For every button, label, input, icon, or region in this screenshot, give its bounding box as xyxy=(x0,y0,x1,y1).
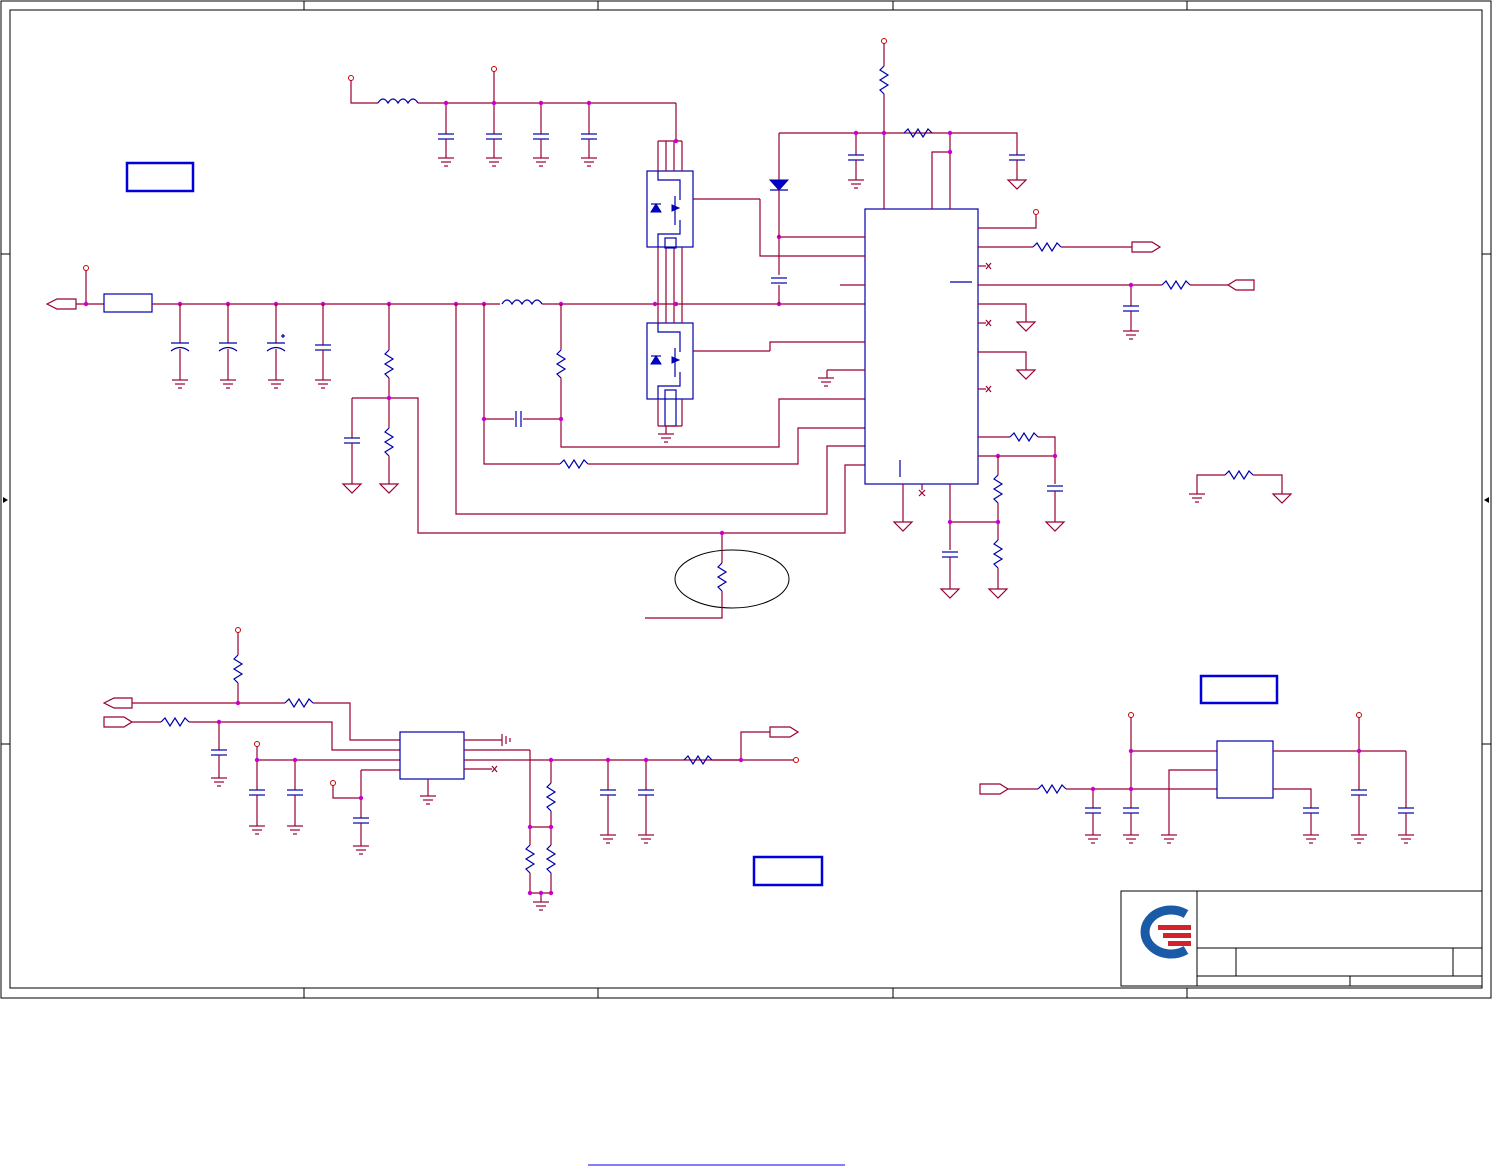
low-side-mosfet xyxy=(646,303,770,443)
current-sense-network xyxy=(455,304,865,515)
sheet-border xyxy=(0,0,1492,999)
high-side-mosfet xyxy=(646,138,760,303)
label-box-bottom-center xyxy=(752,855,824,887)
bottom-right-regulator xyxy=(979,712,1414,844)
capacitor-bank-top xyxy=(438,100,597,167)
schematic-sheet xyxy=(0,0,1492,1166)
label-box-bottom-right xyxy=(1199,674,1279,705)
title-block xyxy=(1120,890,1483,987)
company-logo-icon xyxy=(1140,905,1191,959)
ground-bridge-resistor xyxy=(1189,469,1293,504)
bottom-left-regulator xyxy=(102,627,800,911)
label-box-top-left xyxy=(125,161,195,193)
feedback-divider xyxy=(341,304,865,534)
output-capacitors xyxy=(170,304,331,389)
highlighted-resistor xyxy=(645,530,790,619)
input-filter-section xyxy=(348,66,677,167)
pwm-controller-ic xyxy=(759,38,1255,599)
